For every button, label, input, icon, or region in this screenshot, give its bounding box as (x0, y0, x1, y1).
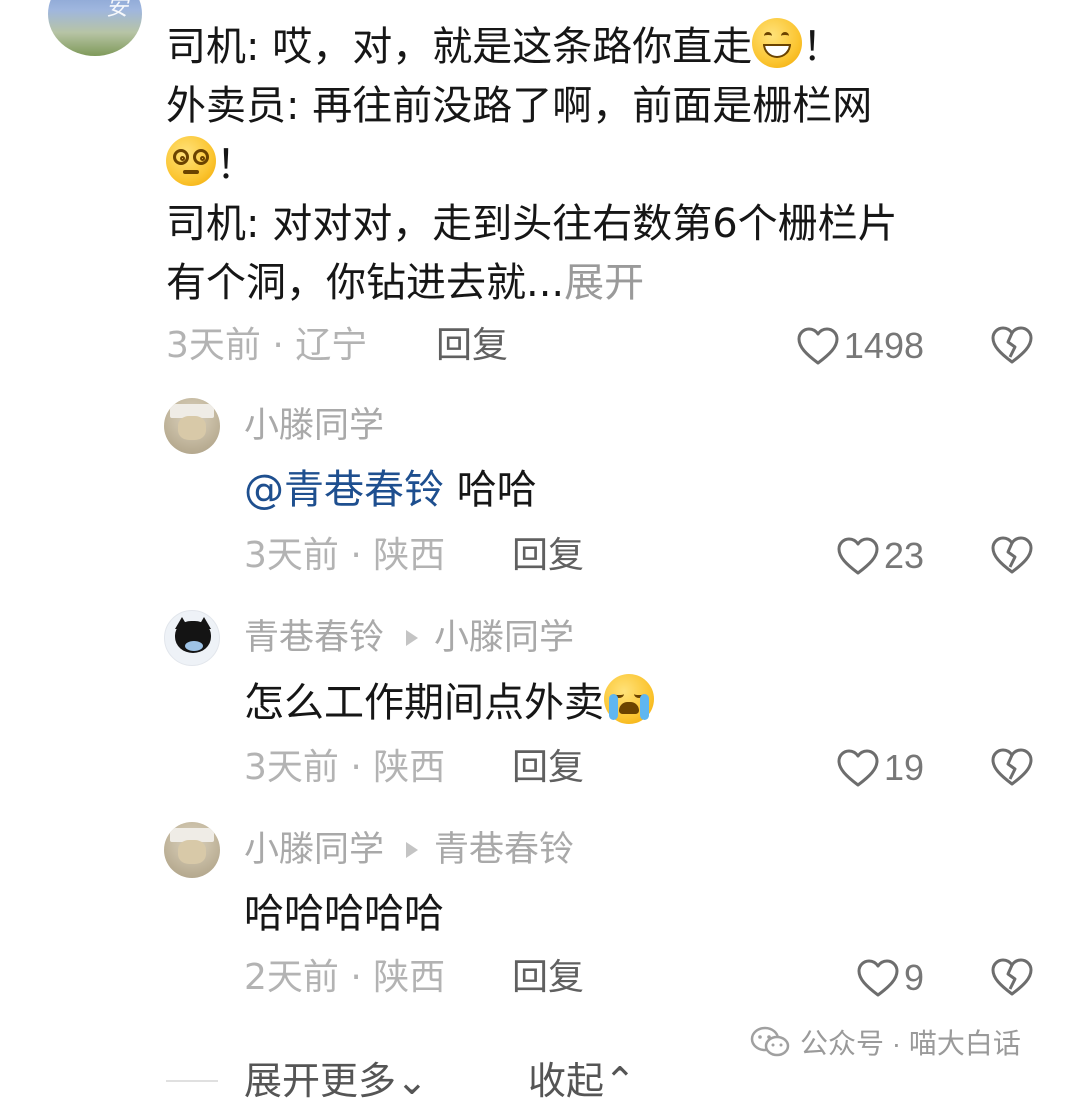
broken-heart-icon[interactable] (990, 956, 1034, 998)
avatar-calligraphy: 安 (106, 0, 129, 21)
broken-heart-icon[interactable] (990, 746, 1034, 788)
reply-username-line: 小滕同学 青巷春铃 (244, 828, 574, 872)
heart-icon (797, 327, 839, 365)
like-count: 9 (903, 957, 924, 998)
reply-button[interactable]: 回复 (512, 746, 584, 790)
reply-text: 怎么工作期间点外卖 (244, 674, 654, 731)
comment-line-text: ！ (802, 24, 843, 70)
wechat-icon (750, 1026, 790, 1057)
reply-meta: 3天前 · 陕西 (244, 535, 446, 576)
comment-line: ！ (166, 136, 1016, 195)
reply-username-line: 青巷春铃 小滕同学 (244, 616, 574, 660)
comment-line: 外卖员: 再往前没路了啊，前面是栅栏网 (166, 77, 1016, 136)
watermark-text: 公众号 · 喵大白话 (800, 1028, 1021, 1059)
reply-to-arrow-icon (406, 842, 419, 858)
grin-emoji-icon (752, 18, 803, 68)
reply-meta: 3天前 · 陕西 (244, 747, 446, 788)
collapse-button[interactable]: 收起⌃ (528, 1050, 636, 1105)
expand-comment-link[interactable]: 展开 (564, 260, 644, 306)
reply-text: @青巷春铃 哈哈 (244, 462, 537, 518)
heart-icon (837, 537, 879, 575)
main-comment-text: 司机: 哎，对，就是这条路你直走！ 外卖员: 再往前没路了啊，前面是栅栏网 ！ … (166, 18, 1016, 313)
comment-line-text: 司机: 哎，对，就是这条路你直走 (166, 24, 753, 70)
expand-more-label: 展开更多 (244, 1059, 397, 1103)
reply-avatar[interactable] (164, 610, 220, 666)
reply-to-arrow-icon (406, 630, 419, 646)
reply-text-body: 怎么工作期间点外卖 (244, 680, 604, 726)
comment-line-text: ！ (216, 142, 256, 188)
like-count: 23 (883, 535, 924, 576)
dizzy-emoji-icon (166, 136, 216, 186)
divider (166, 1080, 218, 1082)
like-button[interactable]: 19 (836, 746, 924, 790)
like-button[interactable]: 1498 (796, 324, 924, 368)
reply-username[interactable]: 小滕同学 (244, 828, 384, 872)
chevron-down-icon: ⌄ (396, 1059, 428, 1103)
reply-avatar[interactable] (164, 822, 220, 878)
reply-username-line: 小滕同学 (244, 404, 384, 448)
comment-line-text: 司机: 对对对，走到头往右数第6个栅栏片 (166, 201, 898, 247)
mention-link[interactable]: @青巷春铃 (244, 467, 444, 513)
chevron-up-icon: ⌃ (604, 1059, 636, 1103)
broken-heart-icon[interactable] (990, 534, 1034, 576)
like-button[interactable]: 23 (836, 534, 924, 578)
reply-button[interactable]: 回复 (512, 534, 584, 578)
expand-more-button[interactable]: 展开更多⌄ (244, 1050, 428, 1105)
like-count: 19 (883, 747, 924, 788)
comment-line-text: 外卖员: 再往前没路了啊，前面是栅栏网 (166, 83, 873, 129)
comment-line: 有个洞，你钻进去就...展开 (166, 254, 1016, 313)
commenter-avatar[interactable]: 乡 安 (48, 0, 142, 56)
crying-emoji-icon (604, 674, 654, 724)
comment-line-text: 有个洞，你钻进去就... (166, 260, 565, 306)
reply-to-username[interactable]: 小滕同学 (434, 616, 574, 660)
reply-button[interactable]: 回复 (512, 956, 584, 1000)
reply-text: 哈哈哈哈哈 (244, 886, 444, 942)
reply-to-username[interactable]: 青巷春铃 (434, 828, 574, 872)
broken-heart-icon[interactable] (990, 324, 1034, 366)
comment-line: 司机: 哎，对，就是这条路你直走 ！ (166, 18, 1016, 77)
comment-meta: 3天前 · 辽宁 (166, 325, 368, 366)
comment-line: 司机: 对对对，走到头往右数第6个栅栏片 (166, 195, 1016, 254)
reply-text-body: 哈哈哈哈哈 (244, 891, 444, 937)
reply-avatar[interactable] (164, 398, 220, 454)
like-button[interactable]: 9 (856, 956, 924, 1000)
heart-icon (857, 959, 899, 997)
reply-username[interactable]: 青巷春铃 (244, 616, 384, 660)
reply-meta: 2天前 · 陕西 (244, 957, 446, 998)
watermark: 公众号 · 喵大白话 (750, 1022, 1021, 1062)
heart-icon (837, 749, 879, 787)
like-count: 1498 (843, 325, 924, 366)
reply-username[interactable]: 小滕同学 (244, 404, 384, 448)
collapse-label: 收起 (528, 1059, 605, 1103)
reply-text-body: 哈哈 (444, 467, 537, 513)
reply-button[interactable]: 回复 (436, 324, 508, 368)
